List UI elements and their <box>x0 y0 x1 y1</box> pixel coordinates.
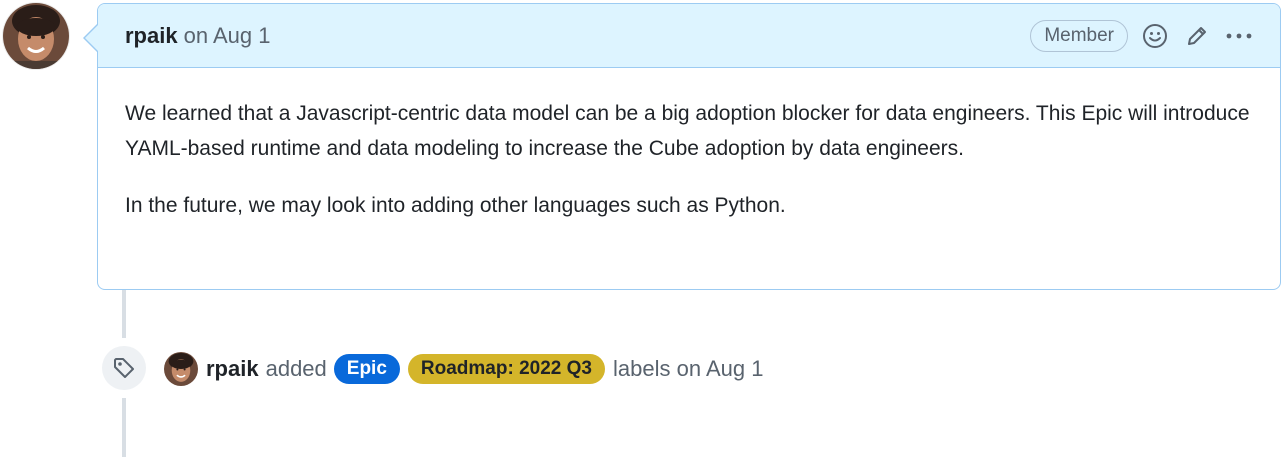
event-actor-link[interactable]: rpaik <box>206 356 259 382</box>
comment-paragraph: In the future, we may look into adding o… <box>125 194 786 217</box>
comment-body: We learned that a Javascript-centric dat… <box>98 68 1280 223</box>
event-action: added <box>265 356 327 381</box>
label-event: rpaik added Epic Roadmap: 2022 Q3 labels… <box>164 350 763 388</box>
tag-icon <box>102 346 146 390</box>
comment-timestamp[interactable]: on Aug 1 <box>184 23 271 49</box>
comment-header: rpaik on Aug 1 Member <box>98 4 1280 68</box>
smiley-icon[interactable] <box>1140 21 1170 51</box>
comment-box: rpaik on Aug 1 Member We learned that a … <box>97 3 1281 290</box>
timeline-line <box>122 290 126 338</box>
label-roadmap[interactable]: Roadmap: 2022 Q3 <box>407 354 605 384</box>
issue-timeline: rpaik on Aug 1 Member We learned that a … <box>0 0 1283 457</box>
label-epic[interactable]: Epic <box>333 354 400 384</box>
timeline-line <box>122 398 126 457</box>
comment-actions: Member <box>1030 19 1254 52</box>
comment-paragraph: We learned that a Javascript-centric dat… <box>125 102 1250 160</box>
comment-author-link[interactable]: rpaik <box>125 23 178 49</box>
member-badge: Member <box>1030 19 1128 52</box>
actor-avatar[interactable] <box>164 352 198 386</box>
comment-arrow-fill <box>85 25 98 51</box>
pencil-icon[interactable] <box>1182 21 1212 51</box>
event-suffix[interactable]: labels on Aug 1 <box>613 356 763 382</box>
kebab-menu-icon[interactable] <box>1224 21 1254 51</box>
author-avatar[interactable] <box>3 3 69 69</box>
